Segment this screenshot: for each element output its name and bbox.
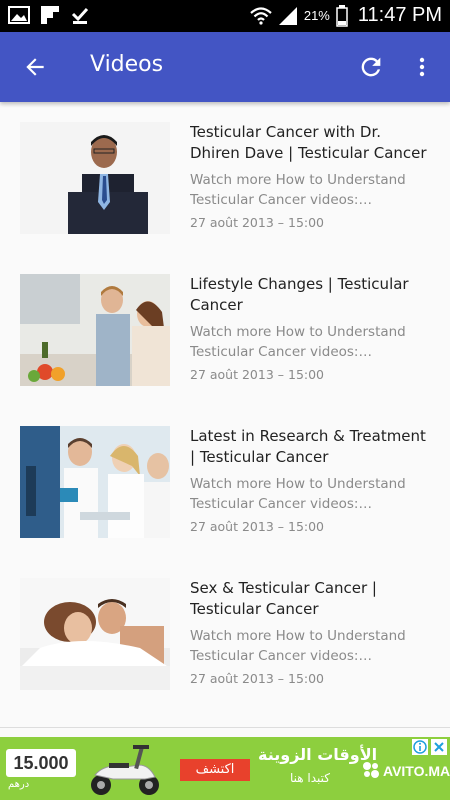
video-thumbnail — [20, 578, 170, 690]
back-arrow-icon[interactable] — [22, 54, 48, 80]
video-description: Watch more How to Understand Testicular … — [190, 172, 406, 208]
wifi-icon — [250, 6, 272, 25]
ad-headline: الأوقات الزوينة — [258, 745, 378, 764]
video-description: Watch more How to Understand Testicular … — [190, 324, 406, 360]
ad-cta-button[interactable]: اكتشف — [180, 759, 250, 781]
video-date: 27 août 2013 – 15:00 — [190, 519, 325, 534]
close-icon[interactable] — [431, 739, 447, 755]
ad-brand: AVITO.MA — [383, 763, 450, 779]
flipboard-notification-icon — [41, 6, 59, 24]
video-list-item[interactable]: Latest in Research & Treatment | Testicu… — [0, 406, 450, 556]
app-bar: Videos — [0, 32, 450, 102]
gallery-notification-icon — [8, 6, 30, 24]
ad-banner[interactable]: 15.000 درهم اكتشف الأوقات الزوينة كتبدا … — [0, 737, 450, 800]
video-date: 27 août 2013 – 15:00 — [190, 671, 325, 686]
video-title: Lifestyle Changes | Testicular Cancer — [190, 275, 409, 314]
video-date: 27 août 2013 – 15:00 — [190, 215, 325, 230]
list-divider — [0, 727, 450, 728]
video-thumbnail — [20, 274, 170, 386]
video-description: Watch more How to Understand Testicular … — [190, 628, 406, 664]
scooter-icon — [91, 745, 159, 795]
ad-currency: درهم — [8, 779, 30, 790]
video-list: Testicular Cancer with Dr. Dhiren Dave |… — [0, 102, 450, 727]
status-bar: 21% 11:47 PM — [0, 0, 450, 32]
refresh-icon[interactable] — [357, 53, 385, 81]
ad-price: 15.000 — [6, 749, 76, 777]
video-list-item[interactable]: Lifestyle Changes | Testicular Cancer Wa… — [0, 254, 450, 404]
ad-subline: كتبدا هنا — [290, 771, 331, 785]
download-done-notification-icon — [71, 7, 89, 24]
video-thumbnail — [20, 122, 170, 234]
adchoices-icon[interactable] — [412, 739, 428, 755]
video-date: 27 août 2013 – 15:00 — [190, 367, 325, 382]
video-list-item[interactable]: Testicular Cancer with Dr. Dhiren Dave |… — [0, 102, 450, 252]
page-title: Videos — [90, 52, 164, 77]
battery-icon — [336, 4, 348, 27]
avito-logo-icon — [363, 762, 379, 778]
signal-icon — [278, 6, 297, 25]
video-list-item[interactable]: Sex & Testicular Cancer | Testicular Can… — [0, 558, 450, 708]
video-thumbnail — [20, 426, 170, 538]
clock: 11:47 PM — [357, 4, 442, 26]
video-title: Sex & Testicular Cancer | Testicular Can… — [190, 579, 377, 618]
video-title: Latest in Research & Treatment | Testicu… — [190, 427, 426, 466]
video-title: Testicular Cancer with Dr. Dhiren Dave |… — [190, 123, 427, 162]
overflow-menu-icon[interactable] — [410, 53, 434, 81]
battery-percentage: 21% — [303, 8, 330, 23]
video-description: Watch more How to Understand Testicular … — [190, 476, 406, 512]
